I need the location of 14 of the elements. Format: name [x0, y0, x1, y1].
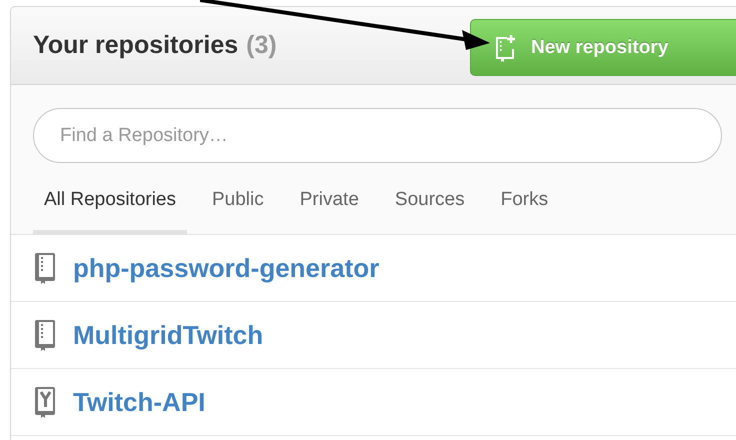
- repository-count: (3): [246, 31, 277, 60]
- filter-tab[interactable]: Private: [288, 185, 370, 234]
- new-repository-icon: [493, 34, 517, 62]
- filter-tab[interactable]: Forks: [490, 185, 560, 234]
- repository-link[interactable]: php-password-generator: [73, 252, 380, 284]
- filter-tab[interactable]: Sources: [384, 185, 476, 234]
- panel-title: Your repositories: [33, 31, 238, 60]
- book-icon: [33, 319, 57, 351]
- repository-link[interactable]: MultigridTwitch: [73, 320, 264, 350]
- search-field[interactable]: Find a Repository…: [33, 108, 722, 163]
- fork-book-icon: [33, 386, 57, 418]
- repository-link[interactable]: Twitch-API: [73, 386, 206, 418]
- filter-tab[interactable]: Public: [201, 185, 275, 234]
- book-icon: [33, 252, 57, 284]
